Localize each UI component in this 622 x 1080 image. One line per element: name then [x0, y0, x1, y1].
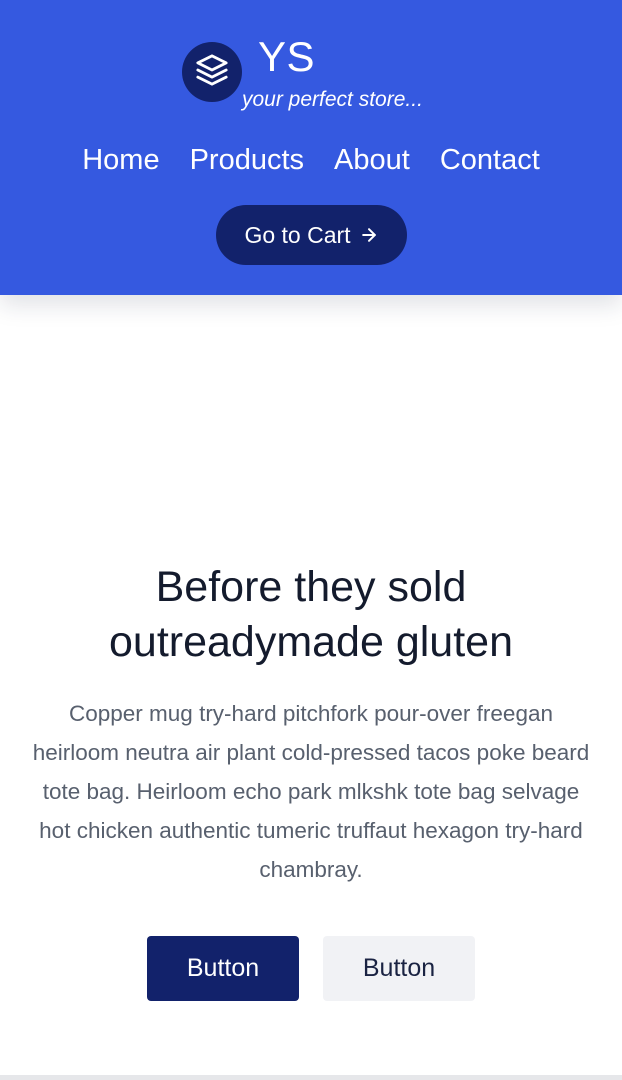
- cart-button-label: Go to Cart: [244, 221, 351, 248]
- arrow-right-icon: [359, 225, 379, 245]
- site-header: YS your perfect store... Home Products A…: [0, 0, 622, 295]
- logo[interactable]: [182, 42, 242, 102]
- go-to-cart-button[interactable]: Go to Cart: [216, 205, 407, 265]
- hero-title: Before they sold outreadymade gluten: [108, 563, 513, 666]
- brand-name[interactable]: YS: [258, 34, 315, 80]
- layers-icon: [195, 53, 229, 92]
- nav-link-about[interactable]: About: [334, 140, 410, 180]
- nav-link-home[interactable]: Home: [82, 140, 159, 180]
- page-divider: [0, 1075, 622, 1080]
- nav-link-contact[interactable]: Contact: [440, 140, 540, 180]
- secondary-button[interactable]: Button: [323, 936, 475, 1001]
- brand-tagline: your perfect store...: [242, 88, 423, 111]
- primary-button[interactable]: Button: [147, 936, 299, 1001]
- nav-link-products[interactable]: Products: [190, 140, 304, 180]
- main-nav: Home Products About Contact: [0, 140, 622, 180]
- hero-description: Copper mug try-hard pitchfork pour-over …: [32, 701, 590, 882]
